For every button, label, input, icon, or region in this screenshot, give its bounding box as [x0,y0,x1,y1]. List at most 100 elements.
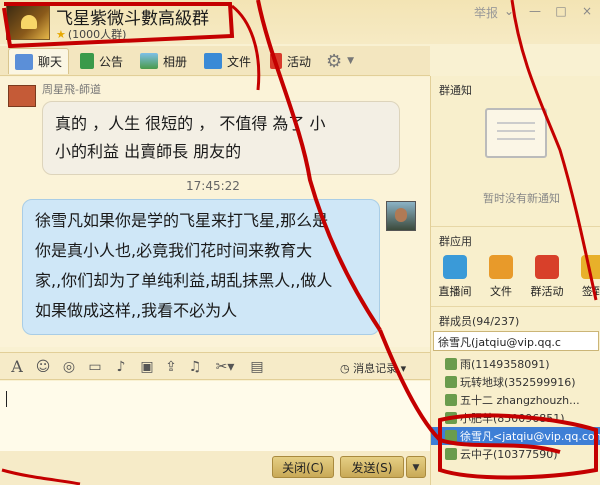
member-item[interactable]: 小肥羊(850096851) [431,409,600,427]
video-icon[interactable]: ▭ [86,358,104,376]
tab-announcement[interactable]: 公告 [80,48,123,74]
message-line: 真的 ，人生 很短的 ， 不值得 為了 小 [55,114,326,133]
file-icon [489,255,513,279]
report-link[interactable]: 举报 [474,4,498,21]
app-checkin[interactable]: 签到 [573,255,600,299]
message-line: 家,,你们却为了单纯利益,胡乱抹黑人,,做人 [35,271,333,290]
upload-icon[interactable]: ⇪ [162,358,180,376]
member-search-input[interactable]: 徐雪凡(jatqiu@vip.qq.c [433,331,599,351]
window-controls: ⌄ — □ × [496,4,600,18]
app-label: 文件 [490,285,512,298]
apps-title: 群应用 [439,235,472,248]
emoji-icon[interactable]: ☺ [34,358,52,376]
member-list: 雨(1149358091) 玩转地球(352599916) 五十二 zhangz… [431,355,600,463]
my-message-bubble: 徐雪凡如果你是学的飞星来打飞星,那么是 你是真小人也,必竟我们花时间来教育大 家… [22,199,380,335]
clock-icon: ◷ [340,362,350,375]
members-title: 群成员(94/237) [439,315,520,328]
notice-title: 群通知 [439,84,472,97]
send-button[interactable]: 发送(S) [340,456,404,478]
member-avatar [445,358,457,370]
member-item[interactable]: 雨(1149358091) [431,355,600,373]
tab-album-label: 相册 [163,54,188,69]
tab-bar: 聊天 公告 相册 文件 活动 ⚙ ▼ [0,46,430,76]
activity-icon [535,255,559,279]
app-activity[interactable]: 群活动 [527,255,567,299]
minimize-icon[interactable]: — [522,4,548,18]
group-members-section: 群成员(94/237) 徐雪凡(jatqiu@vip.qq.c 雨(114935… [431,306,600,485]
group-member-count: ★ (1000人群) [56,26,126,42]
my-avatar[interactable] [386,201,416,231]
sender-avatar[interactable] [8,85,36,107]
member-name: 五十二 zhangzhouzh... [460,394,580,407]
tab-files-label: 文件 [227,54,252,69]
maximize-icon[interactable]: □ [548,4,574,18]
member-name: 小肥羊(850096851) [460,412,565,425]
app-label: 群活动 [530,285,564,298]
input-toolbar: A ☺ ◎ ▭ ♪ ▣ ⇪ ♫ ✂▾ ▤ ◷ 消息记录 ▾ [0,352,430,380]
dropdown-icon[interactable]: ⌄ [496,4,522,18]
member-name: 玩转地球(352599916) [460,376,576,389]
tab-album[interactable]: 相册 [140,48,187,74]
member-avatar [445,430,457,442]
member-name: 云中子(10377590) [460,448,558,461]
more-icon[interactable]: ▤ [248,358,266,376]
message-input[interactable] [0,381,430,451]
tab-events-label: 活动 [287,54,312,69]
member-name: 徐雪凡<jatqiu@vip.qq.com> [460,430,600,443]
font-icon[interactable]: A [8,358,26,376]
right-panel: 群通知 暂时没有新通知 群应用 直播间 文件 群活动 签到 群成员(94/237… [430,76,600,485]
message-log-button[interactable]: ◷ 消息记录 ▾ [340,360,406,376]
shake-icon[interactable]: ◎ [60,358,78,376]
member-item[interactable]: 玩转地球(352599916) [431,373,600,391]
group-avatar[interactable] [6,4,50,40]
qq-group-chat-window: 飞星紫微斗數高級群 ★ (1000人群) 举报 ⌄ — □ × 聊天 公告 相册 文件 … [0,0,600,485]
member-avatar [445,448,457,460]
tab-files[interactable]: 文件 [204,48,251,74]
group-apps-section: 群应用 直播间 文件 群活动 签到 [431,226,600,306]
member-item-selected[interactable]: 徐雪凡<jatqiu@vip.qq.com> [431,427,600,445]
folder-icon [204,53,222,69]
tab-events[interactable]: 活动 [270,48,311,74]
settings-gear-icon[interactable]: ⚙ ▼ [326,48,354,74]
app-label: 签到 [582,285,600,298]
message-timestamp: 17:45:22 [186,179,240,193]
message-sender-name[interactable]: 周星飛-師道 [42,81,101,97]
music-icon[interactable]: ♫ [186,358,204,376]
send-options-dropdown[interactable]: ▼ [406,456,426,478]
red-flag-icon [270,53,282,69]
member-avatar [445,394,457,406]
message-line: 你是真小人也,必竟我们花时间来教育大 [35,241,313,260]
message-line: 如果做成这样,,我看不必为人 [35,301,238,320]
message-log-label: 消息记录 [353,362,398,375]
message-line: 徐雪凡如果你是学的飞星来打飞星,那么是 [35,211,329,230]
close-button[interactable]: 关闭(C) [272,456,334,478]
window-header: 飞星紫微斗數高級群 ★ (1000人群) 举报 ⌄ — □ × [0,0,600,44]
tab-announcement-label: 公告 [99,54,124,69]
bottom-bar: 关闭(C) 发送(S) ▼ [0,451,430,485]
member-avatar [445,412,457,424]
app-files[interactable]: 文件 [481,255,521,299]
star-icon: ★ [56,28,66,41]
text-caret [6,391,7,407]
message-line: 小的利益 出賣師長 朋友的 [55,142,242,161]
chat-icon [15,53,33,70]
screenshot-scissors-icon[interactable]: ✂▾ [210,358,240,376]
app-live[interactable]: 直播间 [435,255,475,299]
checkin-icon [581,255,600,279]
member-count-label: (1000人群) [67,28,127,41]
tab-chat-label: 聊天 [38,55,63,69]
member-avatar [445,376,457,388]
notice-empty-text: 暂时没有新通知 [483,192,560,205]
live-icon [443,255,467,279]
voice-icon[interactable]: ♪ [112,358,130,376]
flag-icon [80,53,94,69]
tab-chat[interactable]: 聊天 [8,48,70,74]
group-notice-section: 群通知 暂时没有新通知 [431,76,600,226]
image-icon[interactable]: ▣ [138,358,156,376]
chat-messages-area[interactable]: 周星飛-師道 真的 ，人生 很短的 ， 不值得 為了 小 小的利益 出賣師長 朋… [0,77,430,347]
member-item[interactable]: 云中子(10377590) [431,445,600,463]
member-item[interactable]: 五十二 zhangzhouzh... [431,391,600,409]
member-name: 雨(1149358091) [460,358,550,371]
photo-icon [140,53,158,69]
close-icon[interactable]: × [574,4,600,18]
